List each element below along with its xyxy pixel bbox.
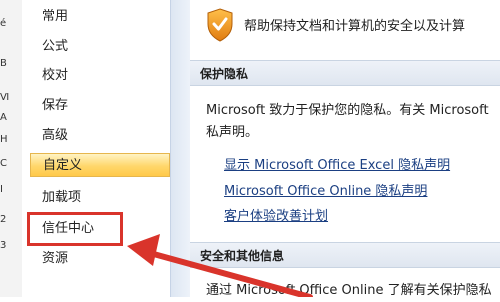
security-paragraph: 通过 Microsoft Office Online 了解有关保护隐私	[206, 280, 500, 302]
nav-item-common[interactable]: 常用	[30, 5, 170, 29]
strip-fragment: Ⅵ	[0, 92, 10, 103]
strip-fragment: I	[0, 184, 3, 195]
strip-fragment: A	[0, 112, 7, 123]
excel-privacy-link[interactable]: 显示 Microsoft Office Excel 隐私声明	[224, 154, 450, 173]
security-section-header: 安全和其他信息	[190, 242, 500, 268]
privacy-para-line: Microsoft 致力于保护您的隐私。有关 Microsoft	[206, 103, 489, 118]
nav-item-label: 公式	[42, 39, 69, 54]
office-online-privacy-link[interactable]: Microsoft Office Online 隐私声明	[224, 180, 427, 199]
nav-item-label: 自定义	[43, 158, 83, 173]
nav-item-label: 资源	[42, 251, 69, 266]
strip-fragment: C	[0, 158, 7, 169]
strip-fragment: 3	[0, 240, 7, 251]
nav-item-resources[interactable]: 资源	[30, 247, 170, 271]
privacy-para-line: 私声明。	[206, 125, 259, 140]
security-para-line: 通过 Microsoft Office Online 了解有关保护隐私	[206, 283, 492, 298]
nav-item-label: 常用	[42, 9, 69, 24]
nav-item-proofing[interactable]: 校对	[30, 64, 170, 88]
ceip-link[interactable]: 客户体验改善计划	[224, 205, 328, 224]
options-nav: 常用 公式 校对 保存 高级 自定义 加载项 信任中心 资源	[22, 0, 170, 297]
strip-fragment: H	[0, 134, 8, 145]
banner: 帮助保持文档和计算机的安全以及计算	[190, 0, 500, 52]
strip-fragment: B	[0, 58, 7, 69]
left-window-strip: é B Ⅵ A H C I 2 3	[0, 0, 23, 297]
banner-text: 帮助保持文档和计算机的安全以及计算	[244, 19, 466, 34]
nav-item-label: 校对	[42, 68, 69, 83]
trust-center-panel: 帮助保持文档和计算机的安全以及计算 保护隐私 Microsoft 致力于保护您的…	[190, 0, 500, 298]
strip-fragment: 2	[0, 214, 7, 225]
shield-icon	[207, 8, 233, 42]
nav-divider	[170, 0, 191, 297]
nav-item-formulas[interactable]: 公式	[30, 35, 170, 59]
strip-fragment: é	[0, 18, 7, 29]
nav-item-label: 加载项	[42, 190, 82, 205]
nav-item-customize[interactable]: 自定义	[30, 153, 170, 177]
nav-item-advanced[interactable]: 高级	[30, 124, 170, 148]
nav-item-save[interactable]: 保存	[30, 94, 170, 118]
privacy-section-header: 保护隐私	[190, 60, 500, 86]
nav-item-label: 保存	[42, 98, 69, 113]
annotation-highlight-box	[27, 212, 123, 246]
nav-item-label: 高级	[42, 128, 69, 143]
privacy-paragraph: Microsoft 致力于保护您的隐私。有关 Microsoft 私声明。	[206, 100, 500, 144]
nav-item-addins[interactable]: 加载项	[30, 186, 170, 210]
